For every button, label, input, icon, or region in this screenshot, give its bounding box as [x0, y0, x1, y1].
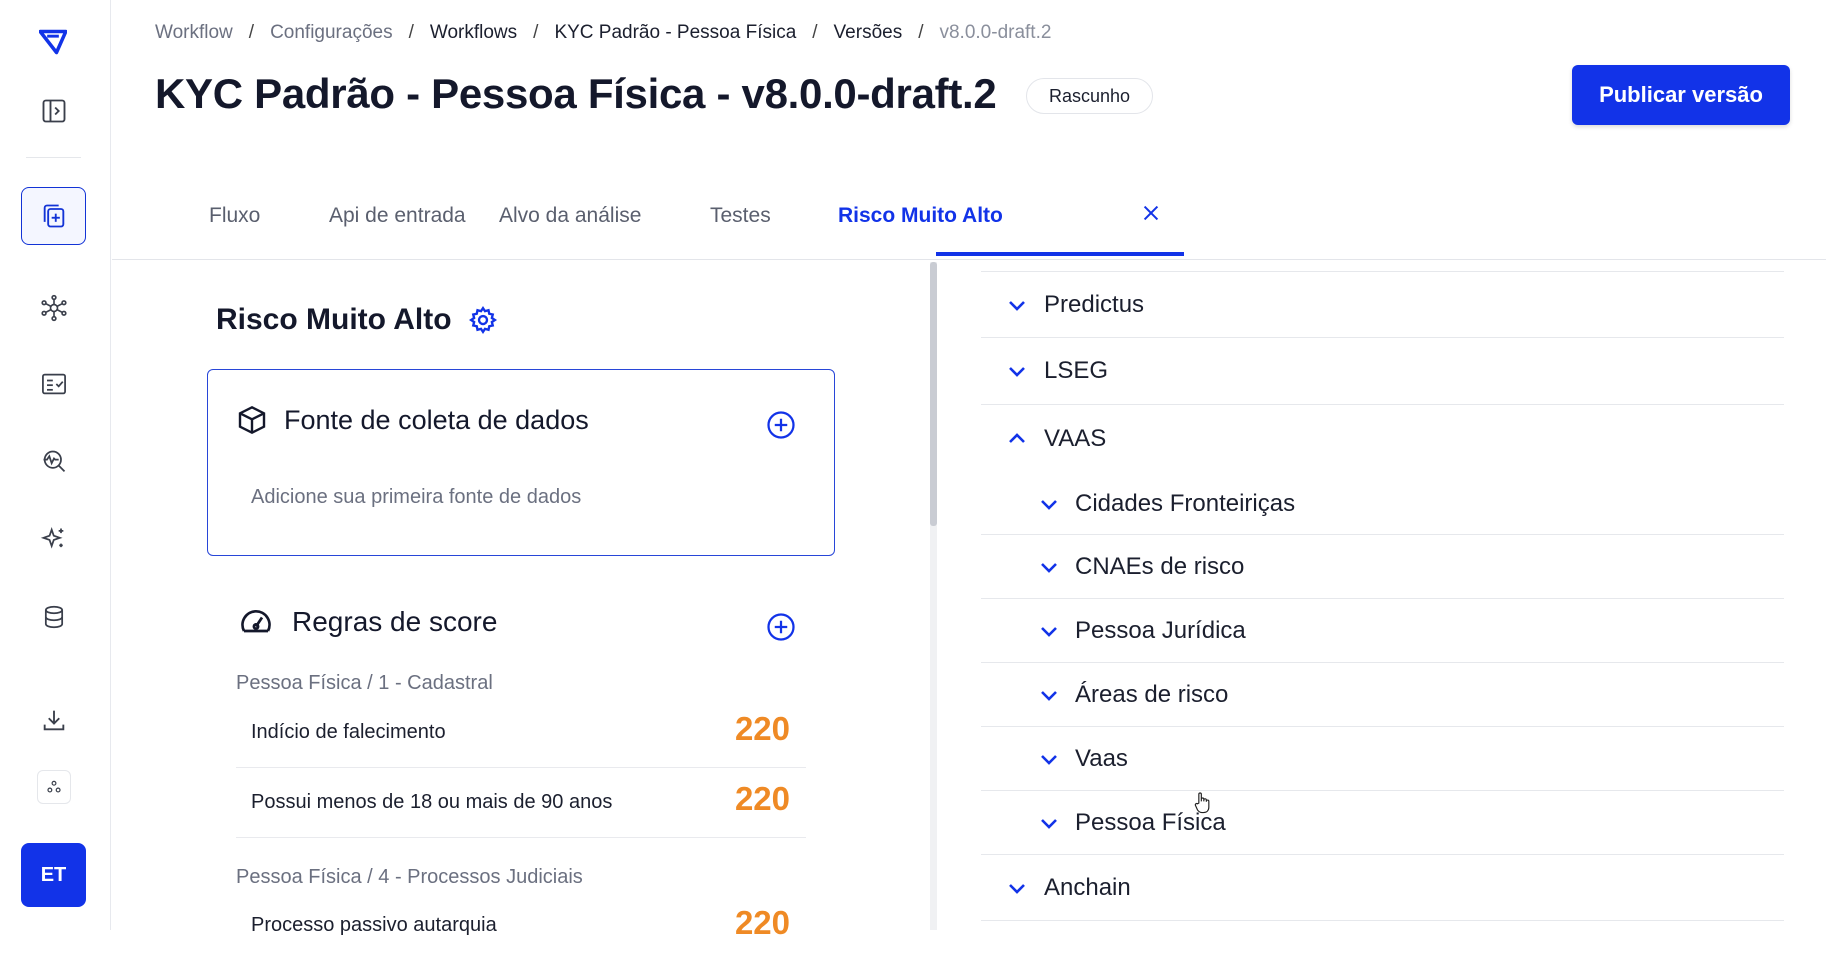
sparkles-icon[interactable]: [21, 510, 86, 568]
score-rule-name: Processo passivo autarquia: [251, 914, 497, 936]
chevron-down-icon[interactable]: [1037, 619, 1061, 643]
sidebar-divider: [26, 157, 81, 158]
breadcrumb-configuracoes[interactable]: Configurações: [270, 22, 393, 44]
score-group-label: Pessoa Física / 1 - Cadastral: [236, 672, 493, 694]
status-badge: Rascunho: [1026, 78, 1154, 114]
score-group-label: Pessoa Física / 4 - Processos Judiciais: [236, 866, 583, 888]
breadcrumb-workflow[interactable]: Workflow: [155, 22, 233, 44]
add-document-icon[interactable]: [21, 187, 86, 245]
score-rule-row[interactable]: Indício de falecimento 220: [236, 698, 806, 768]
breadcrumb-separator: /: [812, 22, 818, 43]
breadcrumb-separator: /: [533, 22, 539, 43]
avatar[interactable]: ET: [21, 843, 86, 907]
add-data-source-icon[interactable]: [766, 410, 796, 445]
tree-item-vaas-child[interactable]: Vaas: [981, 727, 1784, 791]
chevron-down-icon[interactable]: [1037, 492, 1061, 516]
chevron-down-icon[interactable]: [1005, 293, 1029, 317]
gear-icon[interactable]: [468, 305, 498, 335]
breadcrumb-separator: /: [408, 22, 414, 43]
score-rule-name: Possui menos de 18 ou mais de 90 anos: [251, 791, 613, 813]
tree-item-pessoa-fisica[interactable]: Pessoa Física: [981, 791, 1784, 855]
add-score-rule-icon[interactable]: [766, 612, 796, 647]
chevron-down-icon[interactable]: [1037, 811, 1061, 835]
tab-testes[interactable]: Testes: [710, 204, 771, 228]
gauge-icon: [241, 610, 271, 633]
tree-item-label: CNAEs de risco: [1075, 552, 1245, 580]
breadcrumb-workflows[interactable]: Workflows: [430, 22, 517, 44]
score-rules-header: Regras de score: [238, 604, 497, 640]
breadcrumb: Workflow / Configurações / Workflows / K…: [155, 22, 1051, 44]
tab-api-de-entrada[interactable]: Api de entrada: [329, 204, 466, 228]
tree-item-label: Predictus: [1044, 290, 1145, 318]
data-source-card: Fonte de coleta de dados Adicione sua pr…: [207, 369, 835, 556]
score-rule-row[interactable]: Processo passivo autarquia 220: [236, 894, 806, 964]
network-icon[interactable]: [21, 279, 86, 337]
checklist-icon[interactable]: [21, 355, 86, 413]
tab-risco-muito-alto[interactable]: Risco Muito Alto: [838, 204, 1003, 228]
tree-item-label: Pessoa Jurídica: [1075, 616, 1246, 644]
chevron-down-icon[interactable]: [1005, 359, 1029, 383]
tree-item-lseg[interactable]: LSEG: [981, 338, 1784, 405]
score-rule-row[interactable]: Possui menos de 18 ou mais de 90 anos 22…: [236, 768, 806, 838]
score-rule-name: Indício de falecimento: [251, 721, 446, 743]
chevron-down-icon[interactable]: [1037, 747, 1061, 771]
active-tab-indicator: [936, 252, 1184, 256]
tab-fluxo[interactable]: Fluxo: [209, 204, 260, 228]
section-title: Risco Muito Alto: [216, 303, 498, 337]
tab-bar: Fluxo Api de entrada Alvo da análise Tes…: [112, 190, 1826, 260]
data-source-empty-text: Adicione sua primeira fonte de dados: [251, 486, 582, 508]
page-title: KYC Padrão - Pessoa Física - v8.0.0-draf…: [155, 70, 997, 117]
section-title-text: Risco Muito Alto: [216, 303, 452, 336]
logo-icon[interactable]: [28, 22, 78, 62]
close-tab-icon[interactable]: [1140, 202, 1162, 231]
panel-toggle-icon[interactable]: [21, 82, 86, 140]
database-icon[interactable]: [21, 588, 86, 646]
tree-item-predictus[interactable]: Predictus: [981, 272, 1784, 338]
breadcrumb-separator: /: [918, 22, 924, 43]
data-source-header: Fonte de coleta de dados: [236, 404, 589, 436]
cube-icon: [238, 405, 266, 435]
sidebar: ET: [0, 0, 111, 930]
download-icon[interactable]: [21, 691, 86, 749]
tree-item-anchain[interactable]: Anchain: [981, 855, 1784, 921]
tree-item-areas-de-risco[interactable]: Áreas de risco: [981, 663, 1784, 727]
tree-item-label: Vaas: [1075, 744, 1128, 772]
hand-cursor-icon: [1193, 791, 1213, 820]
breadcrumb-current-version: v8.0.0-draft.2: [939, 22, 1052, 43]
chevron-down-icon[interactable]: [1037, 555, 1061, 579]
tree-item-label: LSEG: [1044, 357, 1109, 384]
tab-alvo-da-analise[interactable]: Alvo da análise: [499, 204, 641, 228]
score-rule-value: 220: [734, 710, 790, 747]
breadcrumb-versoes[interactable]: Versões: [834, 22, 903, 44]
tree-item-label: VAAS: [1044, 425, 1107, 452]
chevron-down-icon[interactable]: [1005, 876, 1029, 900]
score-rule-value: 220: [734, 904, 790, 941]
tree-item-label: Cidades Fronteiriças: [1075, 489, 1296, 517]
tree-item-pessoa-juridica[interactable]: Pessoa Jurídica: [981, 599, 1784, 663]
tree-item-cidades-fronteiricas[interactable]: Cidades Fronteiriças: [981, 473, 1784, 535]
tree-item-label: Anchain: [1044, 873, 1131, 901]
publish-version-button[interactable]: Publicar versão: [1572, 65, 1790, 125]
apps-icon[interactable]: [37, 770, 71, 804]
breadcrumb-kyc[interactable]: KYC Padrão - Pessoa Física: [554, 22, 796, 44]
tree-item-cnaes-de-risco[interactable]: CNAEs de risco: [981, 535, 1784, 599]
search-analytics-icon[interactable]: [21, 433, 86, 491]
data-source-title: Fonte de coleta de dados: [284, 404, 589, 435]
tree-item-vaas[interactable]: VAAS: [981, 405, 1784, 473]
score-rules-title: Regras de score: [292, 606, 498, 637]
chevron-up-icon[interactable]: [1005, 427, 1029, 451]
chevron-down-icon[interactable]: [1037, 683, 1061, 707]
tree-item-label: Áreas de risco: [1075, 680, 1229, 708]
score-rule-value: 220: [734, 780, 790, 817]
scrollbar-thumb[interactable]: [930, 262, 937, 526]
breadcrumb-separator: /: [248, 22, 255, 43]
